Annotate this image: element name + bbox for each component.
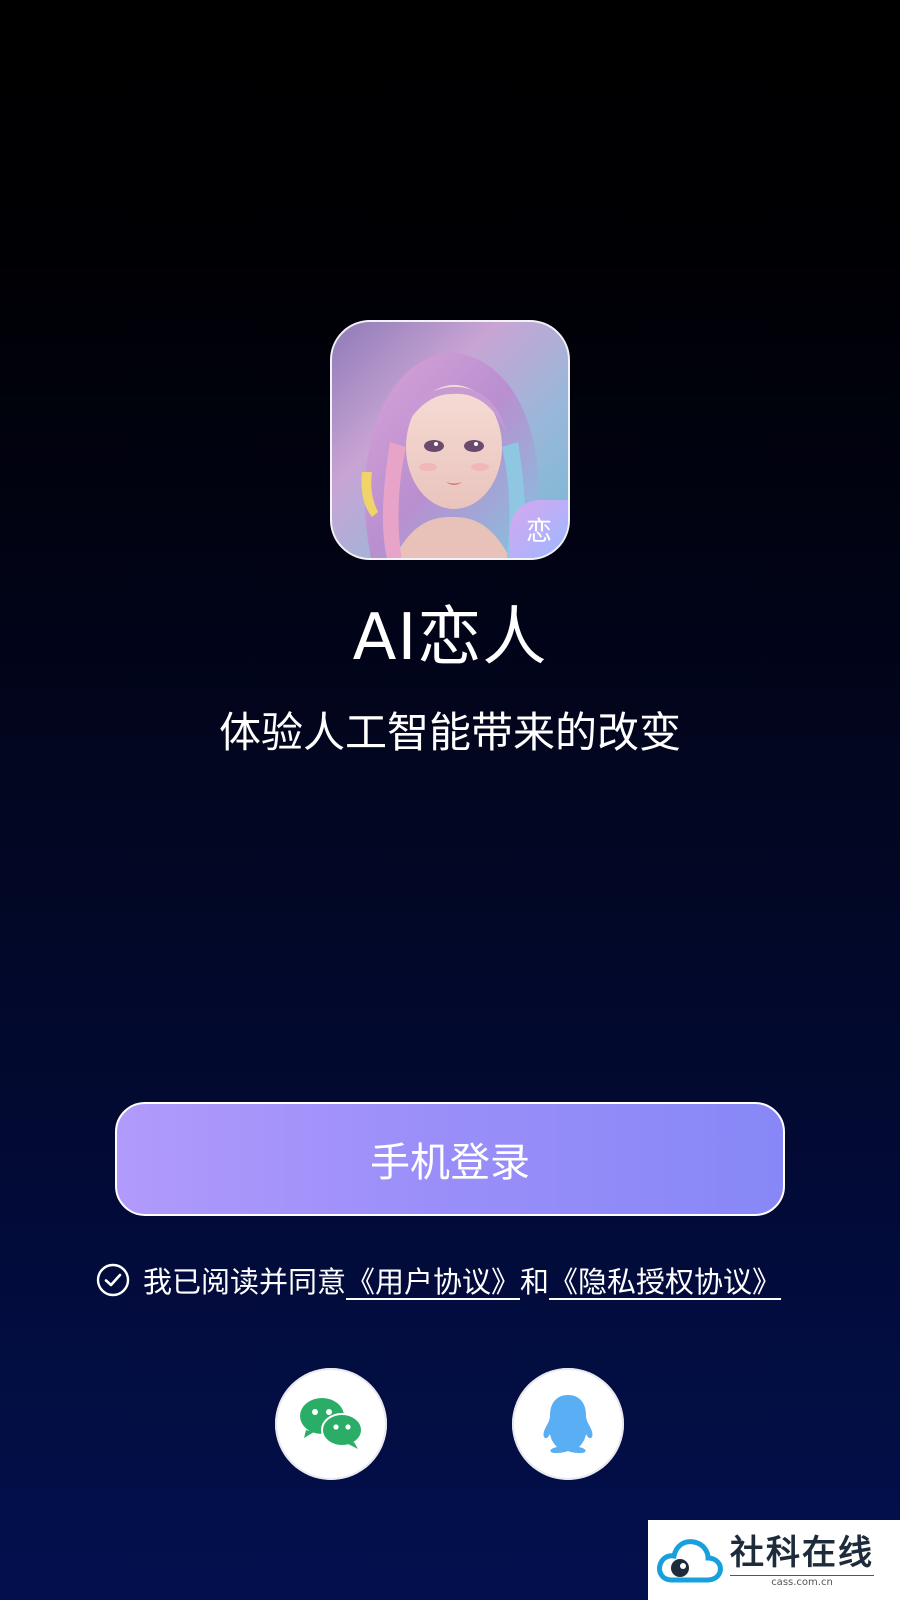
- agreement-checkbox[interactable]: [95, 1262, 131, 1298]
- watermark: 社科在线 cass.com.cn: [648, 1520, 900, 1600]
- wechat-icon: [300, 1398, 363, 1449]
- agreement-row: 我已阅读并同意 《用户协议》 和 《隐私授权协议》: [95, 1258, 781, 1302]
- qq-icon: [543, 1395, 593, 1454]
- cloud-logo-icon: [657, 1539, 723, 1583]
- qq-login-button[interactable]: [512, 1368, 624, 1480]
- app-badge: 恋: [510, 500, 568, 558]
- user-agreement-link[interactable]: 《用户协议》: [346, 1259, 520, 1301]
- agreement-prefix: 我已阅读并同意: [143, 1265, 347, 1299]
- phone-login-label: 手机登录: [370, 1140, 530, 1186]
- app-tagline: 体验人工智能带来的改变: [218, 708, 681, 757]
- watermark-name: 社科在线: [730, 1532, 874, 1573]
- watermark-url: cass.com.cn: [730, 1574, 874, 1588]
- app-icon: 恋: [330, 320, 570, 560]
- privacy-agreement-link[interactable]: 《隐私授权协议》: [549, 1259, 781, 1301]
- check-circle-icon: [96, 1263, 130, 1297]
- app-title: AI恋人: [352, 601, 548, 675]
- app-badge-label: 恋: [525, 516, 552, 547]
- phone-login-button[interactable]: 手机登录: [115, 1102, 785, 1216]
- wechat-login-button[interactable]: [275, 1368, 387, 1480]
- agreement-conjunction: 和: [520, 1265, 550, 1299]
